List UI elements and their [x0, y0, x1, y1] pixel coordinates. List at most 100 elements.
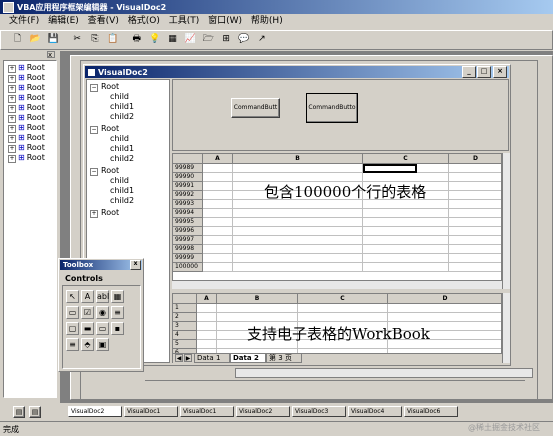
- grid-row-header[interactable]: 100000: [173, 263, 203, 272]
- graph-icon[interactable]: 📈: [184, 33, 197, 46]
- tree-child[interactable]: child2: [110, 196, 134, 205]
- grid-cell[interactable]: [203, 263, 233, 272]
- grid-column-header[interactable]: C: [363, 154, 449, 164]
- left-bottom-button-2[interactable]: ▤: [29, 406, 41, 418]
- workbook-row-header[interactable]: 3: [173, 322, 197, 331]
- grid-cell[interactable]: [449, 209, 501, 218]
- paste-icon[interactable]: 📋: [106, 33, 119, 46]
- document-tab[interactable]: VisualDoc2: [236, 406, 290, 417]
- sidebar-tree-item[interactable]: + ⊞ Root: [8, 113, 45, 123]
- expand-icon[interactable]: −: [90, 126, 98, 134]
- outer-hscroll-2[interactable]: [145, 380, 525, 390]
- grid-cell[interactable]: [363, 254, 449, 263]
- toolbox-tool-icon[interactable]: ◉: [96, 306, 109, 319]
- grid-column-header[interactable]: A: [203, 154, 233, 164]
- grid-cell[interactable]: [233, 245, 363, 254]
- sidebar-tree-item[interactable]: + ⊞ Root: [8, 153, 45, 163]
- tree-child[interactable]: child1: [110, 102, 134, 111]
- grid-cell[interactable]: [203, 191, 233, 200]
- grid-cell[interactable]: [233, 227, 363, 236]
- grid-cell[interactable]: [449, 263, 501, 272]
- tree-child[interactable]: child1: [110, 186, 134, 195]
- close-button[interactable]: ×: [493, 66, 507, 78]
- expand-icon[interactable]: +: [8, 135, 16, 143]
- toolbox-tool-icon[interactable]: ▪: [111, 322, 124, 335]
- toolbox-tool-icon[interactable]: ▦: [111, 290, 124, 303]
- grid-column-header[interactable]: B: [233, 154, 363, 164]
- grid-row-header[interactable]: 99991: [173, 182, 203, 191]
- new-file-icon[interactable]: 🗋: [11, 33, 24, 46]
- grid-cell[interactable]: [449, 173, 501, 182]
- toolbox-tool-icon[interactable]: ↖: [66, 290, 79, 303]
- workbook-column-header[interactable]: D: [388, 294, 501, 304]
- tree-child[interactable]: child: [110, 92, 129, 101]
- tree-root[interactable]: − Root: [90, 166, 119, 176]
- grid-cell[interactable]: [203, 200, 233, 209]
- workbook-cell[interactable]: [197, 313, 217, 322]
- document-tab[interactable]: VisualDoc3: [292, 406, 346, 417]
- grid-cell[interactable]: [449, 227, 501, 236]
- grid-row-header[interactable]: 99993: [173, 200, 203, 209]
- sidebar-tree-item[interactable]: + ⊞ Root: [8, 133, 45, 143]
- grid-cell[interactable]: [363, 245, 449, 254]
- workbook-row-header[interactable]: 5: [173, 340, 197, 349]
- workbook-column-header[interactable]: C: [298, 294, 388, 304]
- expand-icon[interactable]: +: [8, 125, 16, 133]
- toolbox-tool-icon[interactable]: ▬: [81, 322, 94, 335]
- grid-cell[interactable]: [233, 263, 363, 272]
- toolbox-tool-icon[interactable]: ≡: [111, 306, 124, 319]
- open-folder-icon[interactable]: 📂: [29, 33, 42, 46]
- document-tab[interactable]: VisualDoc2: [68, 406, 122, 417]
- expand-icon[interactable]: −: [90, 84, 98, 92]
- workbook-cell[interactable]: [197, 322, 217, 331]
- workbook-column-header[interactable]: A: [197, 294, 217, 304]
- workbook-cell[interactable]: [217, 313, 298, 322]
- grid-cell[interactable]: [233, 236, 363, 245]
- menu-window[interactable]: 窗口(W): [205, 15, 245, 28]
- toolbox-tab-controls[interactable]: Controls: [63, 273, 107, 285]
- grid-cell[interactable]: [363, 227, 449, 236]
- pointer-icon[interactable]: ↗: [255, 33, 268, 46]
- sidebar-tree-item[interactable]: + ⊞ Root: [8, 63, 45, 73]
- expand-icon[interactable]: +: [8, 155, 16, 163]
- grid-cell[interactable]: [233, 254, 363, 263]
- tab-next-arrow-icon[interactable]: ▶: [184, 354, 192, 362]
- grid-hscroll[interactable]: [172, 280, 502, 289]
- grid-cell[interactable]: [203, 209, 233, 218]
- hint-icon[interactable]: 💡: [148, 33, 161, 46]
- maximize-button[interactable]: □: [477, 66, 491, 78]
- menu-edit[interactable]: 编辑(E): [45, 15, 82, 28]
- toolbox-tool-icon[interactable]: ≡: [66, 338, 79, 351]
- grid-row-header[interactable]: 99994: [173, 209, 203, 218]
- tree-child[interactable]: child: [110, 134, 129, 143]
- menu-view[interactable]: 查看(V): [85, 15, 122, 28]
- expand-icon[interactable]: +: [8, 115, 16, 123]
- tab-prev-arrow-icon[interactable]: ◀: [175, 354, 183, 362]
- workbook-column-header[interactable]: B: [217, 294, 298, 304]
- document-tab[interactable]: VisualDoc6: [404, 406, 458, 417]
- grid-row-header[interactable]: 99990: [173, 173, 203, 182]
- toolbox-tool-icon[interactable]: ▭: [96, 322, 109, 335]
- grid-cell[interactable]: [363, 209, 449, 218]
- tree-child[interactable]: child: [110, 176, 129, 185]
- workbook-row-header[interactable]: 2: [173, 313, 197, 322]
- grid-cell[interactable]: [203, 164, 233, 173]
- grid-cell[interactable]: [203, 254, 233, 263]
- grid-active-cell[interactable]: [363, 164, 417, 173]
- toolbox-tool-icon[interactable]: ▢: [66, 322, 79, 335]
- grid-cell[interactable]: [449, 191, 501, 200]
- grid-row-header[interactable]: 99996: [173, 227, 203, 236]
- sheet-tab[interactable]: Data 1: [194, 353, 230, 363]
- expand-icon[interactable]: +: [8, 75, 16, 83]
- toolbox-tool-icon[interactable]: ▣: [96, 338, 109, 351]
- sheet-tab[interactable]: Data 2: [230, 353, 266, 363]
- grid-cell[interactable]: [449, 245, 501, 254]
- sidebar-tree-item[interactable]: + ⊞ Root: [8, 143, 45, 153]
- grid-row-header[interactable]: 99989: [173, 164, 203, 173]
- message-icon[interactable]: 💬: [238, 33, 251, 46]
- sidebar-tree-item[interactable]: + ⊞ Root: [8, 123, 45, 133]
- grid-cell[interactable]: [203, 236, 233, 245]
- expand-icon[interactable]: +: [8, 145, 16, 153]
- grid-row-header[interactable]: 99995: [173, 218, 203, 227]
- workbook-cell[interactable]: [388, 304, 501, 313]
